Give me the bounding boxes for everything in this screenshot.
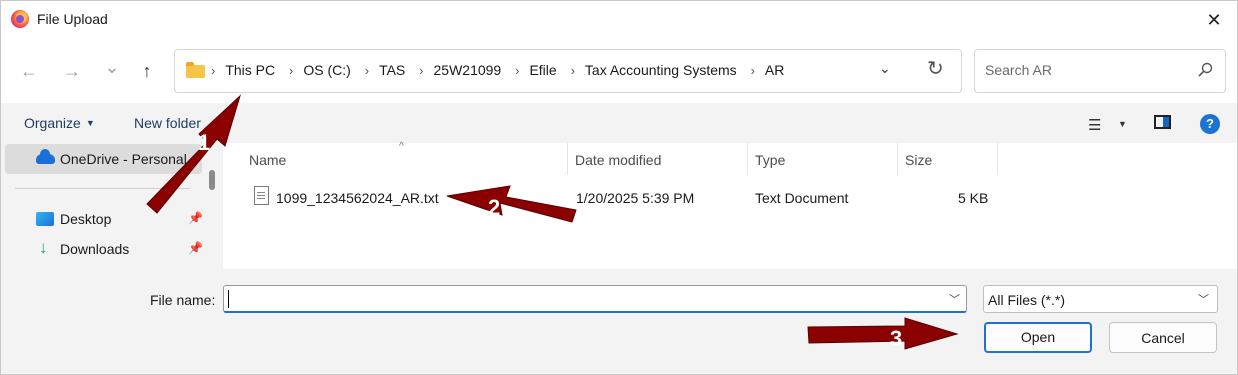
text-file-icon bbox=[254, 186, 269, 205]
file-name-label: File name: bbox=[150, 292, 216, 308]
breadcrumb-item-25w21099[interactable]: 25W21099 bbox=[434, 62, 502, 78]
navigation-pane: OneDrive - Personal Desktop 📌 ↓ Download… bbox=[1, 143, 204, 269]
navigation-bar: ← → ⌄ ↑ › This PC › OS (C:) › TAS › 25W21099… bbox=[1, 39, 1237, 103]
new-folder-button[interactable]: New folder bbox=[134, 115, 201, 131]
breadcrumb-item-ar[interactable]: AR bbox=[765, 62, 784, 78]
help-icon[interactable]: ? bbox=[1200, 114, 1220, 134]
breadcrumb-item-this-pc[interactable]: This PC bbox=[225, 62, 275, 78]
table-row[interactable]: 1099_1234562024_AR.txt 1/20/2025 5:39 PM… bbox=[223, 183, 1003, 213]
preview-pane-icon[interactable] bbox=[1154, 115, 1171, 129]
file-type-select[interactable]: All Files (*.*) ﹀ bbox=[983, 285, 1218, 313]
pin-icon: 📌 bbox=[188, 211, 203, 225]
firefox-icon bbox=[11, 10, 29, 28]
file-upload-dialog: File Upload ✕ ← → ⌄ ↑ › This PC › OS (C:) … bbox=[0, 0, 1238, 375]
back-button[interactable]: ← bbox=[15, 59, 43, 83]
file-size: 5 KB bbox=[958, 190, 989, 206]
file-name: 1099_1234562024_AR.txt bbox=[276, 190, 439, 206]
chevron-down-icon[interactable]: ⌄ bbox=[879, 60, 891, 77]
column-header-size[interactable]: Size bbox=[905, 152, 932, 168]
column-divider[interactable] bbox=[747, 143, 748, 175]
breadcrumb-separator[interactable]: › bbox=[751, 63, 755, 78]
file-name-field[interactable]: ﹀ bbox=[223, 285, 967, 313]
command-bar: Organize ▼ New folder ☰ ▼ ? bbox=[1, 103, 1237, 143]
view-options-icon[interactable]: ☰ bbox=[1088, 116, 1101, 134]
search-box[interactable]: Search AR bbox=[974, 49, 1226, 93]
breadcrumb-separator[interactable]: › bbox=[289, 63, 293, 78]
folder-icon bbox=[186, 62, 205, 78]
divider bbox=[15, 188, 190, 189]
title-bar: File Upload ✕ bbox=[1, 1, 1237, 39]
file-type-value: All Files (*.*) bbox=[988, 292, 1066, 308]
refresh-icon[interactable]: ↻ bbox=[927, 56, 944, 81]
breadcrumb-separator: › bbox=[211, 63, 216, 78]
forward-button[interactable]: → bbox=[58, 59, 86, 83]
sidebar-item-label: OneDrive - Personal bbox=[60, 151, 187, 167]
up-button[interactable]: ↑ bbox=[133, 59, 161, 83]
open-button[interactable]: Open bbox=[984, 322, 1092, 353]
scrollbar-thumb[interactable] bbox=[209, 170, 215, 190]
breadcrumb-item-tax-accounting-systems[interactable]: Tax Accounting Systems bbox=[585, 62, 737, 78]
sidebar-item-label: Desktop bbox=[60, 211, 112, 227]
column-header-type[interactable]: Type bbox=[755, 152, 785, 168]
breadcrumb-item-efile[interactable]: Efile bbox=[529, 62, 556, 78]
close-button[interactable]: ✕ bbox=[1191, 1, 1237, 39]
column-header-date-modified[interactable]: Date modified bbox=[575, 152, 661, 168]
navigation-scrollbar[interactable] bbox=[207, 143, 217, 269]
search-icon[interactable] bbox=[1197, 62, 1213, 78]
breadcrumb-item-tas[interactable]: TAS bbox=[379, 62, 405, 78]
file-list: ^ Name Date modified Type Size 1099_1234… bbox=[223, 141, 1237, 269]
caret-down-icon: ▼ bbox=[85, 118, 95, 128]
text-cursor bbox=[228, 290, 229, 308]
column-header-name[interactable]: Name bbox=[249, 152, 286, 168]
sidebar-item-onedrive[interactable]: OneDrive - Personal bbox=[5, 144, 202, 174]
breadcrumb-separator[interactable]: › bbox=[515, 63, 519, 78]
downloads-icon: ↓ bbox=[39, 238, 48, 257]
column-divider[interactable] bbox=[567, 143, 568, 175]
column-divider[interactable] bbox=[997, 143, 998, 175]
file-date-modified: 1/20/2025 5:39 PM bbox=[576, 190, 695, 206]
organize-button[interactable]: Organize ▼ bbox=[24, 115, 95, 131]
sidebar-item-desktop[interactable]: Desktop 📌 bbox=[5, 204, 203, 234]
onedrive-icon bbox=[36, 149, 55, 164]
column-divider[interactable] bbox=[897, 143, 898, 175]
breadcrumb-separator[interactable]: › bbox=[419, 63, 423, 78]
cancel-button[interactable]: Cancel bbox=[1109, 322, 1217, 353]
recent-locations-button[interactable]: ⌄ bbox=[98, 55, 126, 79]
organize-label: Organize bbox=[24, 115, 81, 131]
sort-ascending-icon: ^ bbox=[399, 141, 404, 152]
search-input[interactable]: Search AR bbox=[985, 62, 1052, 78]
breadcrumb-separator[interactable]: › bbox=[365, 63, 369, 78]
breadcrumb: › This PC › OS (C:) › TAS › 25W21099 › Efile … bbox=[211, 62, 784, 78]
chevron-down-icon: ﹀ bbox=[1198, 294, 1209, 306]
window-title: File Upload bbox=[37, 11, 108, 27]
sidebar-item-label: Downloads bbox=[60, 241, 130, 257]
caret-down-icon[interactable]: ▼ bbox=[1118, 119, 1127, 129]
pin-icon: 📌 bbox=[188, 241, 203, 255]
desktop-icon bbox=[36, 212, 54, 226]
file-type: Text Document bbox=[755, 190, 849, 206]
address-bar[interactable]: › This PC › OS (C:) › TAS › 25W21099 › Efile … bbox=[174, 49, 962, 93]
sidebar-item-downloads[interactable]: ↓ Downloads 📌 bbox=[5, 234, 203, 264]
chevron-down-icon[interactable]: ﹀ bbox=[949, 291, 960, 307]
breadcrumb-separator[interactable]: › bbox=[571, 63, 575, 78]
breadcrumb-item-os-c[interactable]: OS (C:) bbox=[303, 62, 350, 78]
